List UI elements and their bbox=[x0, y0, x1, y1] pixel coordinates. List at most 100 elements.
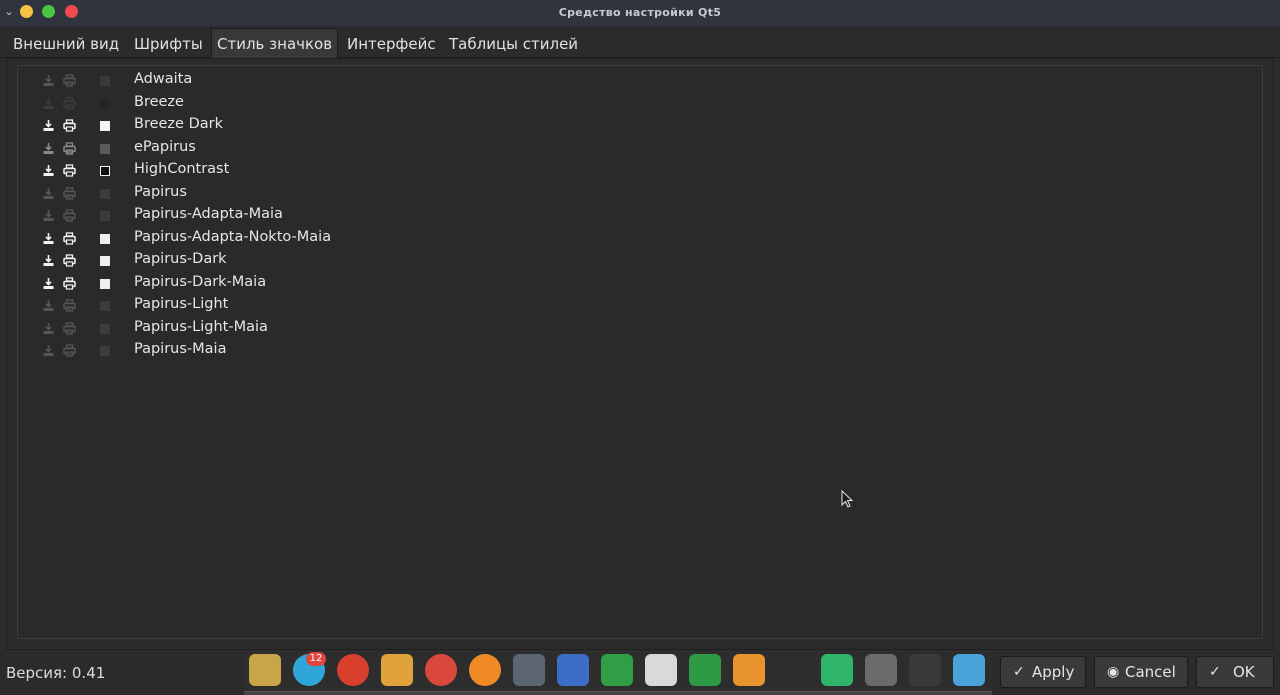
theme-name: ePapirus bbox=[134, 138, 196, 155]
theme-row[interactable]: HighContrast bbox=[18, 160, 618, 182]
theme-preview-save-icon bbox=[43, 142, 54, 154]
theme-name: Papirus-Dark bbox=[134, 251, 227, 267]
theme-name: Adwaita bbox=[134, 71, 193, 87]
theme-preview-save-icon bbox=[43, 210, 54, 221]
theme-row[interactable]: Papirus-Adapta-Maia bbox=[18, 205, 618, 227]
theme-preview-save-icon bbox=[43, 187, 54, 199]
footer-bar: Версия: 0.41 12 ✓ Apply ◉ Cancel ✓ OK bbox=[0, 650, 1280, 695]
cancel-circle-icon: ◉ bbox=[1107, 664, 1120, 680]
theme-preview-print-icon bbox=[63, 186, 76, 200]
theme-preview-save-icon bbox=[43, 75, 54, 86]
theme-preview-print-icon bbox=[63, 321, 76, 335]
theme-preview-print-icon bbox=[63, 299, 76, 312]
theme-preview-save-icon bbox=[43, 97, 54, 109]
terminal-icon[interactable] bbox=[909, 654, 941, 686]
telegram-unread-badge: 12 bbox=[306, 652, 326, 666]
theme-preview-swatch bbox=[100, 256, 110, 266]
file-manager-icon[interactable] bbox=[953, 654, 985, 686]
theme-preview-print-icon bbox=[63, 74, 76, 87]
theme-row[interactable]: Papirus-Light-Maia bbox=[18, 318, 618, 340]
theme-name: Papirus-Light-Maia bbox=[134, 318, 268, 335]
theme-preview-print-icon bbox=[63, 119, 76, 132]
tab-interface[interactable]: Интерфейс bbox=[342, 30, 441, 58]
theme-preview-save-icon bbox=[43, 232, 54, 244]
tab-icon-theme[interactable]: Стиль значков bbox=[211, 28, 339, 59]
theme-preview-swatch bbox=[100, 278, 110, 289]
theme-row[interactable]: Papirus-Dark bbox=[18, 250, 618, 272]
theme-preview-save-icon bbox=[43, 345, 54, 356]
icon-theme-list[interactable]: Adwaita Breeze Breeze Dark ePapirus HighCont… bbox=[17, 65, 1263, 639]
vim-icon[interactable] bbox=[689, 654, 721, 686]
theme-preview-print-icon bbox=[63, 96, 76, 110]
theme-preview-swatch bbox=[100, 211, 110, 221]
pycharm-icon[interactable] bbox=[777, 654, 809, 686]
theme-preview-swatch bbox=[100, 233, 110, 244]
theme-row[interactable]: Papirus-Light bbox=[18, 295, 618, 317]
theme-preview-save-icon bbox=[43, 322, 54, 334]
theme-name: Breeze bbox=[134, 93, 184, 110]
system-monitor-icon[interactable] bbox=[821, 654, 853, 686]
theme-preview-swatch bbox=[100, 121, 110, 131]
theme-preview-swatch bbox=[100, 323, 110, 334]
theme-preview-print-icon bbox=[63, 209, 76, 222]
tab-fonts[interactable]: Шрифты bbox=[129, 30, 208, 58]
theme-preview-print-icon bbox=[63, 164, 76, 177]
theme-preview-swatch bbox=[100, 98, 110, 109]
theme-name: Papirus-Adapta-Maia bbox=[134, 206, 283, 222]
theme-row[interactable]: Breeze bbox=[18, 93, 618, 115]
pdf-icon[interactable] bbox=[645, 654, 677, 686]
theme-preview-swatch bbox=[100, 188, 110, 199]
trash-icon[interactable] bbox=[865, 654, 897, 686]
archive-manager-icon[interactable] bbox=[249, 654, 281, 686]
apply-button[interactable]: ✓ Apply bbox=[1000, 656, 1086, 688]
version-label: Версия: 0.41 bbox=[6, 664, 106, 682]
theme-preview-swatch bbox=[100, 76, 110, 86]
theme-preview-print-icon bbox=[63, 276, 76, 290]
theme-row[interactable]: Papirus bbox=[18, 183, 618, 205]
theme-preview-print-icon bbox=[63, 254, 76, 267]
taskbar-dock: 12 bbox=[244, 650, 992, 695]
theme-row[interactable]: Papirus-Adapta-Nokto-Maia bbox=[18, 228, 618, 250]
sublime-text-icon[interactable] bbox=[733, 654, 765, 686]
theme-row[interactable]: ePapirus bbox=[18, 138, 618, 160]
bleachbit-icon[interactable] bbox=[381, 654, 413, 686]
theme-name: Papirus bbox=[134, 183, 187, 200]
checkmark-icon: ✓ bbox=[1013, 664, 1025, 680]
cancel-button[interactable]: ◉ Cancel bbox=[1094, 656, 1188, 688]
theme-row[interactable]: Papirus-Dark-Maia bbox=[18, 273, 618, 295]
icon-theme-panel: Adwaita Breeze Breeze Dark ePapirus HighCont… bbox=[6, 58, 1274, 650]
theme-preview-print-icon bbox=[63, 344, 76, 357]
tab-stylesheets[interactable]: Таблицы стилей bbox=[444, 30, 583, 58]
theme-name: Papirus-Maia bbox=[134, 341, 227, 357]
theme-preview-save-icon bbox=[43, 300, 54, 311]
window-title: Средство настройки Qt5 bbox=[558, 6, 722, 19]
theme-name: Papirus-Dark-Maia bbox=[134, 273, 267, 290]
checkmark-icon: ✓ bbox=[1209, 664, 1221, 680]
title-bar: ⌄ Средство настройки Qt5 bbox=[0, 0, 1280, 26]
cancel-button-label: Cancel bbox=[1125, 663, 1176, 681]
theme-preview-print-icon bbox=[63, 231, 76, 245]
theme-row[interactable]: Adwaita bbox=[18, 70, 618, 92]
ok-button[interactable]: ✓ OK bbox=[1196, 656, 1274, 688]
theme-preview-swatch bbox=[100, 166, 110, 176]
doublecmd-icon[interactable] bbox=[337, 654, 369, 686]
theme-name: Papirus-Adapta-Nokto-Maia bbox=[134, 228, 332, 245]
ok-button-label: OK bbox=[1233, 663, 1255, 681]
theme-row[interactable]: Breeze Dark bbox=[18, 115, 618, 137]
firefox-icon[interactable] bbox=[469, 654, 501, 686]
mouse-cursor-icon bbox=[841, 490, 854, 508]
writer-icon[interactable] bbox=[557, 654, 589, 686]
theme-preview-save-icon bbox=[43, 255, 54, 266]
calc-icon[interactable] bbox=[601, 654, 633, 686]
theme-preview-swatch bbox=[100, 346, 110, 356]
theme-name: Breeze Dark bbox=[134, 116, 223, 132]
theme-preview-save-icon bbox=[43, 277, 54, 289]
theme-preview-save-icon bbox=[43, 120, 54, 131]
theme-row[interactable]: Papirus-Maia bbox=[18, 340, 618, 362]
dock-shelf bbox=[244, 691, 992, 695]
calculator-icon[interactable] bbox=[513, 654, 545, 686]
theme-name: Papirus-Light bbox=[134, 296, 229, 312]
stacer-icon[interactable] bbox=[425, 654, 457, 686]
tab-appearance[interactable]: Внешний вид bbox=[8, 30, 124, 58]
theme-preview-save-icon bbox=[43, 165, 54, 176]
